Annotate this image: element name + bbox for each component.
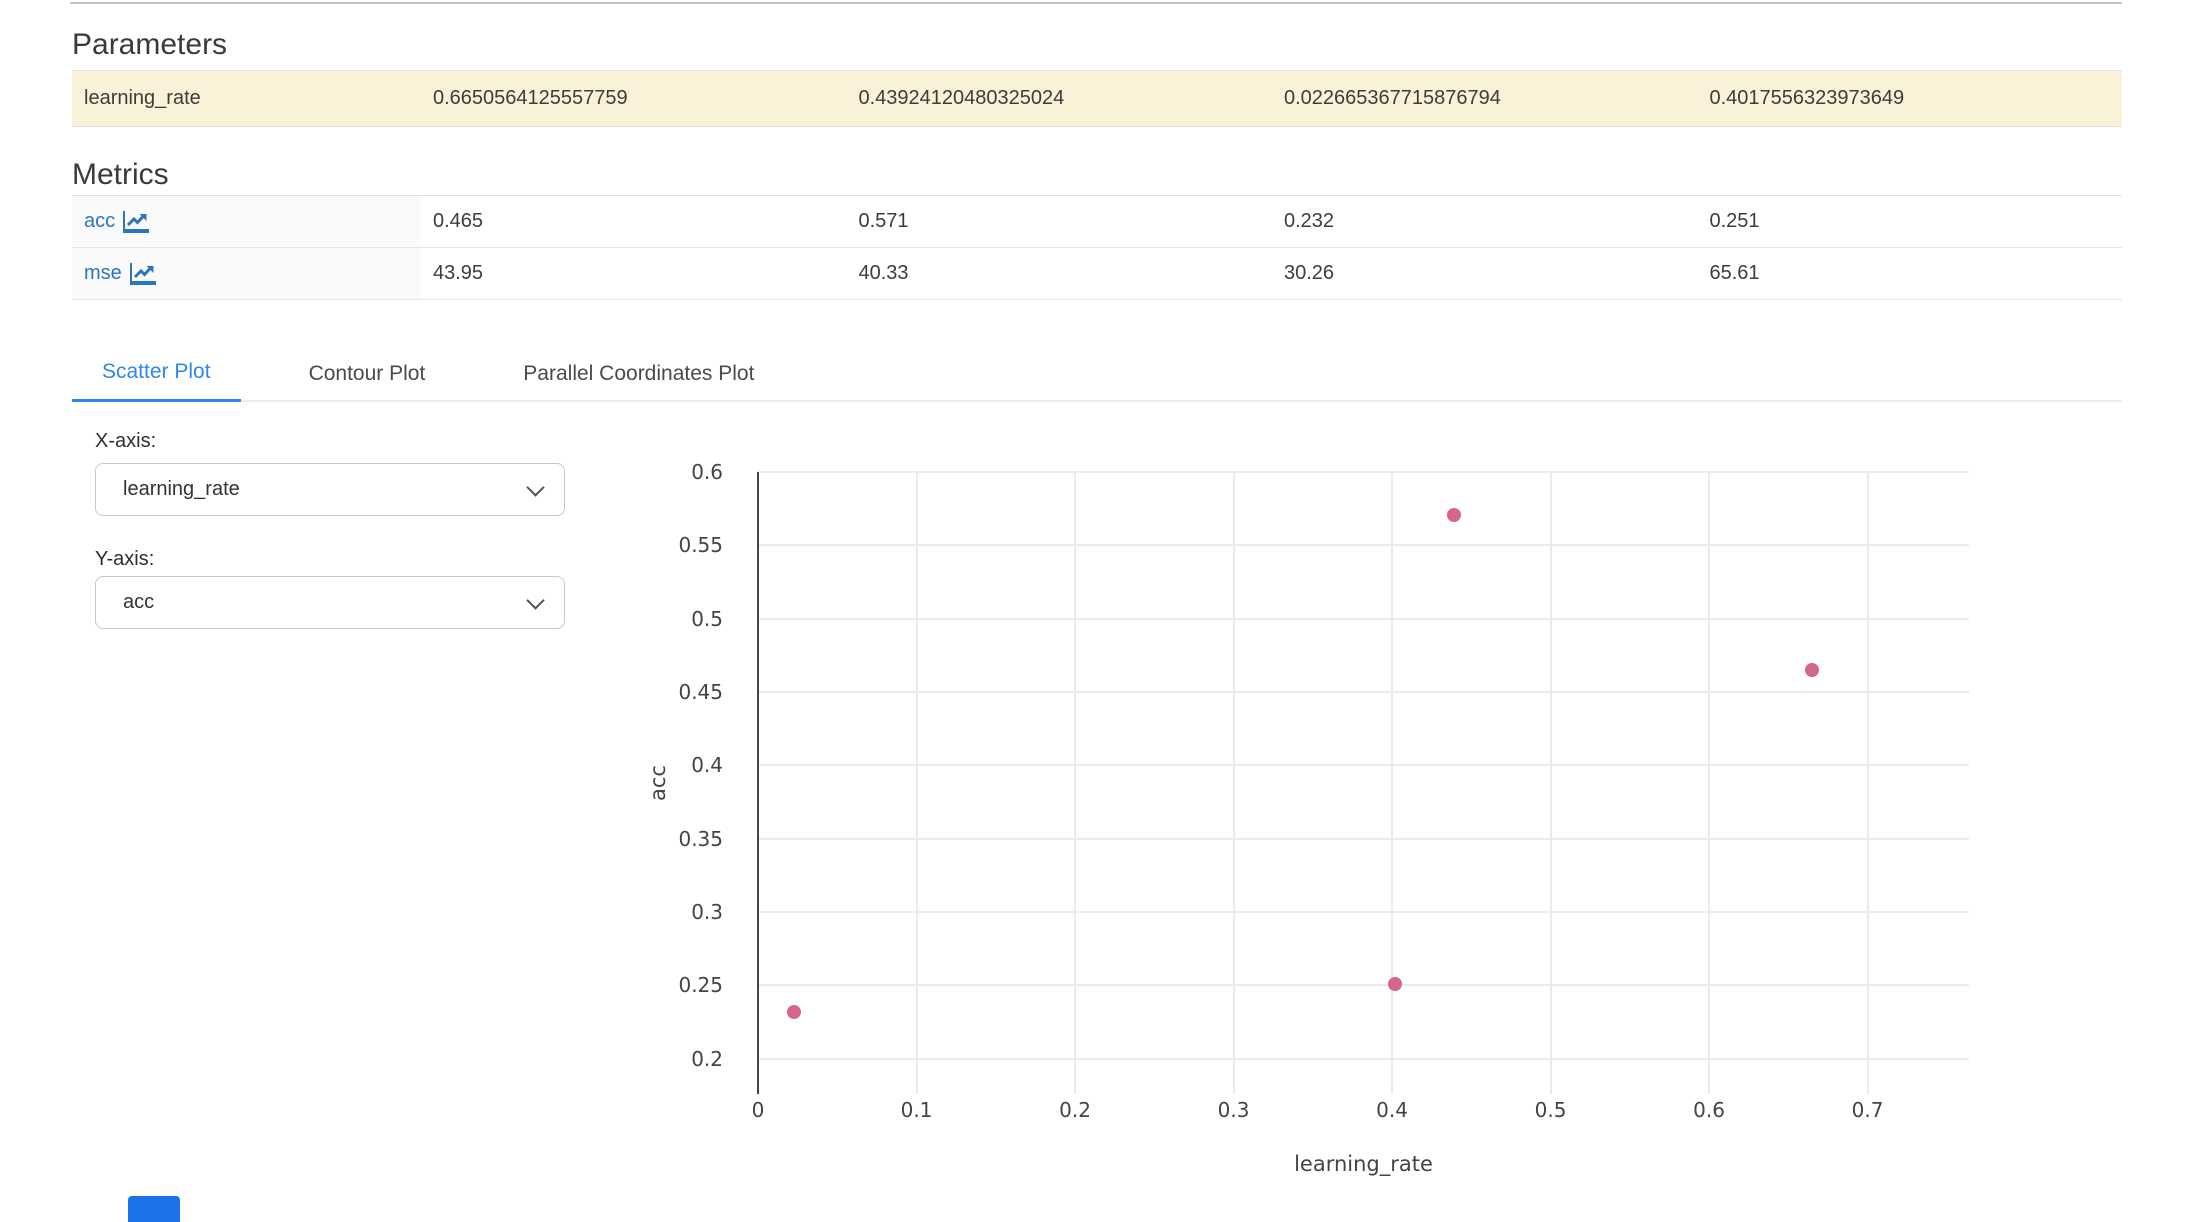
y-tick-label: 0.25 xyxy=(613,973,723,997)
parameter-value-cell: 0.4017556323973649 xyxy=(1697,71,2123,126)
y-gridline xyxy=(758,691,1969,693)
x-tick-label: 0.2 xyxy=(1015,1098,1135,1122)
metric-link-label: acc xyxy=(84,210,115,233)
x-gridline xyxy=(1550,472,1552,1094)
scatter-point[interactable] xyxy=(787,1005,801,1019)
x-tick-label: 0.1 xyxy=(857,1098,977,1122)
parameter-row: learning_rate 0.6650564125557759 0.43924… xyxy=(72,70,2122,127)
chevron-down-icon xyxy=(526,478,544,496)
x-axis-select[interactable]: learning_rate xyxy=(95,463,565,516)
metric-value-cell: 43.95 xyxy=(420,248,846,299)
chevron-down-icon xyxy=(526,591,544,609)
x-axis-select-value: learning_rate xyxy=(123,478,240,501)
y-axis-line xyxy=(757,472,759,1094)
y-axis-label: Y-axis: xyxy=(95,548,154,571)
metric-link-acc[interactable]: acc xyxy=(84,210,149,233)
parameter-value-cell: 0.022665367715876794 xyxy=(1271,71,1697,126)
metric-value-cell: 0.465 xyxy=(420,196,846,247)
scatter-point[interactable] xyxy=(1805,663,1819,677)
x-gridline xyxy=(1074,472,1076,1094)
x-gridline xyxy=(1233,472,1235,1094)
x-tick-label: 0.5 xyxy=(1491,1098,1611,1122)
metrics-heading: Metrics xyxy=(72,160,169,190)
metric-link-label: mse xyxy=(84,262,122,285)
y-gridline xyxy=(758,544,1969,546)
x-tick-label: 0.3 xyxy=(1174,1098,1294,1122)
metrics-table: acc 0.465 0.571 0.232 0.251 mse xyxy=(72,195,2122,300)
x-gridline xyxy=(1708,472,1710,1094)
metric-name-cell: mse xyxy=(72,248,420,299)
metric-name-cell: acc xyxy=(72,196,420,247)
chart-line-icon xyxy=(123,211,149,233)
metric-value-cell: 0.251 xyxy=(1697,196,2123,247)
y-axis-select-value: acc xyxy=(123,591,154,614)
metric-value-cell: 40.33 xyxy=(846,248,1272,299)
metric-row-mse: mse 43.95 40.33 30.26 65.61 xyxy=(72,248,2122,300)
y-tick-label: 0.3 xyxy=(613,900,723,924)
y-axis-select[interactable]: acc xyxy=(95,576,565,629)
x-gridline xyxy=(916,472,918,1094)
metric-value-cell: 30.26 xyxy=(1271,248,1697,299)
x-tick-label: 0.7 xyxy=(1808,1098,1928,1122)
metric-value-cell: 0.232 xyxy=(1271,196,1697,247)
chart-line-icon xyxy=(130,263,156,285)
y-gridline xyxy=(758,1058,1969,1060)
y-tick-label: 0.6 xyxy=(613,460,723,484)
top-divider xyxy=(70,2,2122,4)
y-tick-label: 0.2 xyxy=(613,1047,723,1071)
x-tick-label: 0.4 xyxy=(1332,1098,1452,1122)
tab-parallel-coordinates-plot[interactable]: Parallel Coordinates Plot xyxy=(493,345,784,402)
parameter-name-cell: learning_rate xyxy=(72,71,420,126)
tab-contour-plot[interactable]: Contour Plot xyxy=(279,345,456,402)
y-gridline xyxy=(758,838,1969,840)
tab-bar: Scatter Plot Contour Plot Parallel Coord… xyxy=(72,345,2122,402)
tab-scatter-plot[interactable]: Scatter Plot xyxy=(72,345,241,402)
y-tick-label: 0.4 xyxy=(613,753,723,777)
parameter-value-cell: 0.6650564125557759 xyxy=(420,71,846,126)
y-tick-label: 0.35 xyxy=(613,827,723,851)
y-tick-label: 0.45 xyxy=(613,680,723,704)
bottom-left-partial-button[interactable] xyxy=(128,1196,180,1222)
x-gridline xyxy=(1867,472,1869,1094)
parameters-heading: Parameters xyxy=(72,30,227,60)
metric-row-acc: acc 0.465 0.571 0.232 0.251 xyxy=(72,196,2122,248)
y-gridline xyxy=(758,911,1969,913)
metric-value-cell: 65.61 xyxy=(1697,248,2123,299)
parameter-value-cell: 0.43924120480325024 xyxy=(846,71,1272,126)
metric-link-mse[interactable]: mse xyxy=(84,262,156,285)
scatter-point[interactable] xyxy=(1447,508,1461,522)
x-gridline xyxy=(1391,472,1393,1094)
y-axis-title: acc xyxy=(646,765,670,801)
y-gridline xyxy=(758,618,1969,620)
y-tick-label: 0.55 xyxy=(613,533,723,557)
y-gridline xyxy=(758,471,1969,473)
y-gridline xyxy=(758,984,1969,986)
scatter-point[interactable] xyxy=(1388,977,1402,991)
metric-value-cell: 0.571 xyxy=(846,196,1272,247)
y-tick-label: 0.5 xyxy=(613,607,723,631)
x-tick-label: 0 xyxy=(698,1098,818,1122)
x-axis-title: learning_rate xyxy=(1294,1152,1433,1176)
x-axis-label: X-axis: xyxy=(95,430,156,453)
y-gridline xyxy=(758,764,1969,766)
x-tick-label: 0.6 xyxy=(1649,1098,1769,1122)
